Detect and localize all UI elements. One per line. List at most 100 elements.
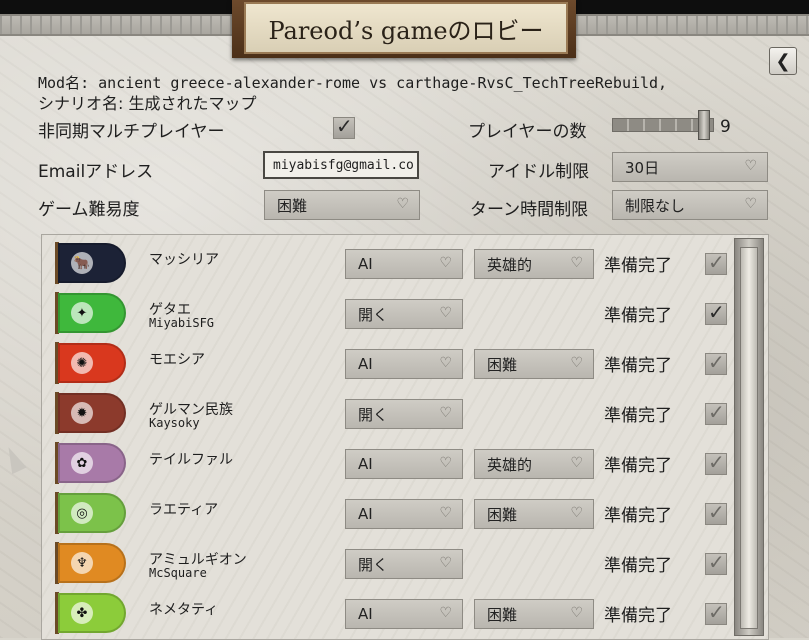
ready-checkbox[interactable]: ✓ [705,600,727,625]
idle-limit-value: 30日 [625,158,660,177]
chevron-down-icon: ♡ [570,605,583,621]
players-scrollbar-thumb[interactable] [740,247,758,629]
player-type-value: 開く [358,305,389,324]
ready-label: 準備完了 [604,556,672,576]
player-type-dropdown[interactable]: AI ♡ [345,249,463,279]
chevron-down-icon: ♡ [439,255,452,271]
players-count-label: プレイヤーの数 [468,122,587,142]
player-row: ✿ テイルファル AI ♡ 英雄的 ♡ 準備完了 ✓ [41,439,731,489]
ready-checkbox[interactable]: ✓ [705,250,727,275]
check-icon: ✓ [708,350,725,374]
chevron-down-icon: ♡ [570,355,583,371]
player-row: ✤ ネメタティ AI ♡ 困難 ♡ 準備完了 ✓ [41,589,731,639]
player-difficulty-value: 困難 [487,355,518,374]
chevron-down-icon: ♡ [439,305,452,321]
players-count-slider-thumb[interactable] [698,110,710,140]
async-multiplayer-checkbox[interactable]: ✓ [333,114,355,139]
player-type-value: AI [358,455,373,473]
civ-banner: ✦ [58,293,126,333]
civ-banner: ✺ [58,343,126,383]
check-icon: ✓ [708,450,725,474]
difficulty-dropdown[interactable]: 困難 ♡ [264,190,420,220]
player-type-dropdown[interactable]: AI ♡ [345,349,463,379]
players-count-value: 9 [720,117,731,137]
player-type-dropdown[interactable]: AI ♡ [345,499,463,529]
chevron-down-icon: ♡ [439,405,452,421]
check-icon: ✓ [708,500,725,524]
player-row: ✹ ゲルマン民族 Kaysoky 開く ♡ 準備完了 ✓ [41,389,731,439]
player-type-dropdown[interactable]: 開く ♡ [345,399,463,429]
civ-banner: ✤ [58,593,126,633]
player-difficulty-value: 英雄的 [487,455,533,474]
player-row: 🐂 マッシリア AI ♡ 英雄的 ♡ 準備完了 ✓ [41,239,731,289]
ready-checkbox[interactable]: ✓ [705,300,727,325]
ready-label: 準備完了 [604,256,672,276]
difficulty-label: ゲーム難易度 [38,200,140,220]
scenario-line: シナリオ名: 生成されたマップ [38,94,257,113]
player-type-dropdown[interactable]: 開く ♡ [345,299,463,329]
meander-border-right [576,14,809,36]
turn-limit-dropdown[interactable]: 制限なし ♡ [612,190,768,220]
ready-label: 準備完了 [604,606,672,626]
player-type-dropdown[interactable]: AI ♡ [345,599,463,629]
idle-limit-dropdown[interactable]: 30日 ♡ [612,152,768,182]
player-type-value: 開く [358,555,389,574]
player-difficulty-dropdown[interactable]: 困難 ♡ [474,499,594,529]
meander-border-left [0,14,232,36]
chevron-down-icon: ♡ [439,355,452,371]
civ-emblem-icon: 🐂 [71,252,93,274]
check-icon: ✓ [708,600,725,624]
check-icon: ✓ [708,300,725,324]
lobby-title: Pareod’s gameのロビー [244,2,568,54]
chevron-down-icon: ♡ [570,455,583,471]
player-row: ✺ モエシア AI ♡ 困難 ♡ 準備完了 ✓ [41,339,731,389]
ready-label: 準備完了 [604,306,672,326]
ready-checkbox[interactable]: ✓ [705,450,727,475]
civ-emblem-icon: ✤ [71,602,93,624]
ready-label: 準備完了 [604,506,672,526]
players-scrollbar[interactable] [734,238,764,636]
chevron-down-icon: ♡ [744,196,757,212]
ready-checkbox[interactable]: ✓ [705,400,727,425]
ready-checkbox[interactable]: ✓ [705,500,727,525]
civ-name: モエシア [149,352,205,368]
check-icon: ✓ [708,250,725,274]
check-icon: ✓ [336,114,353,138]
civ-emblem-icon: ◎ [71,502,93,524]
player-type-value: 開く [358,405,389,424]
player-difficulty-dropdown[interactable]: 困難 ♡ [474,599,594,629]
email-field[interactable]: miyabisfg@gmail.co [263,151,419,179]
player-type-value: AI [358,505,373,523]
chevron-down-icon: ♡ [439,455,452,471]
idle-limit-label: アイドル制限 [488,162,590,182]
civ-name: テイルファル [149,452,233,468]
civ-banner: 🐂 [58,243,126,283]
difficulty-value: 困難 [277,196,308,215]
chevron-down-icon: ♡ [439,555,452,571]
civ-name: ネメタティ [149,602,219,618]
chevron-down-icon: ♡ [396,196,409,212]
ready-label: 準備完了 [604,456,672,476]
chevron-down-icon: ♡ [570,255,583,271]
player-name: McSquare [149,566,207,580]
civ-banner: ✿ [58,443,126,483]
chevron-down-icon: ♡ [570,505,583,521]
ready-checkbox[interactable]: ✓ [705,350,727,375]
ready-label: 準備完了 [604,406,672,426]
player-difficulty-dropdown[interactable]: 英雄的 ♡ [474,249,594,279]
check-icon: ✓ [708,400,725,424]
ready-label: 準備完了 [604,356,672,376]
player-type-value: AI [358,355,373,373]
civ-emblem-icon: ✹ [71,402,93,424]
back-arrow-icon[interactable]: ❮ [769,47,797,75]
ready-checkbox[interactable]: ✓ [705,550,727,575]
email-label: Emailアドレス [38,162,154,182]
player-name: Kaysoky [149,416,200,430]
player-difficulty-value: 困難 [487,605,518,624]
chevron-down-icon: ♡ [439,605,452,621]
async-multiplayer-label: 非同期マルチプレイヤー [38,122,225,142]
player-type-dropdown[interactable]: AI ♡ [345,449,463,479]
player-difficulty-dropdown[interactable]: 困難 ♡ [474,349,594,379]
player-difficulty-dropdown[interactable]: 英雄的 ♡ [474,449,594,479]
player-type-dropdown[interactable]: 開く ♡ [345,549,463,579]
